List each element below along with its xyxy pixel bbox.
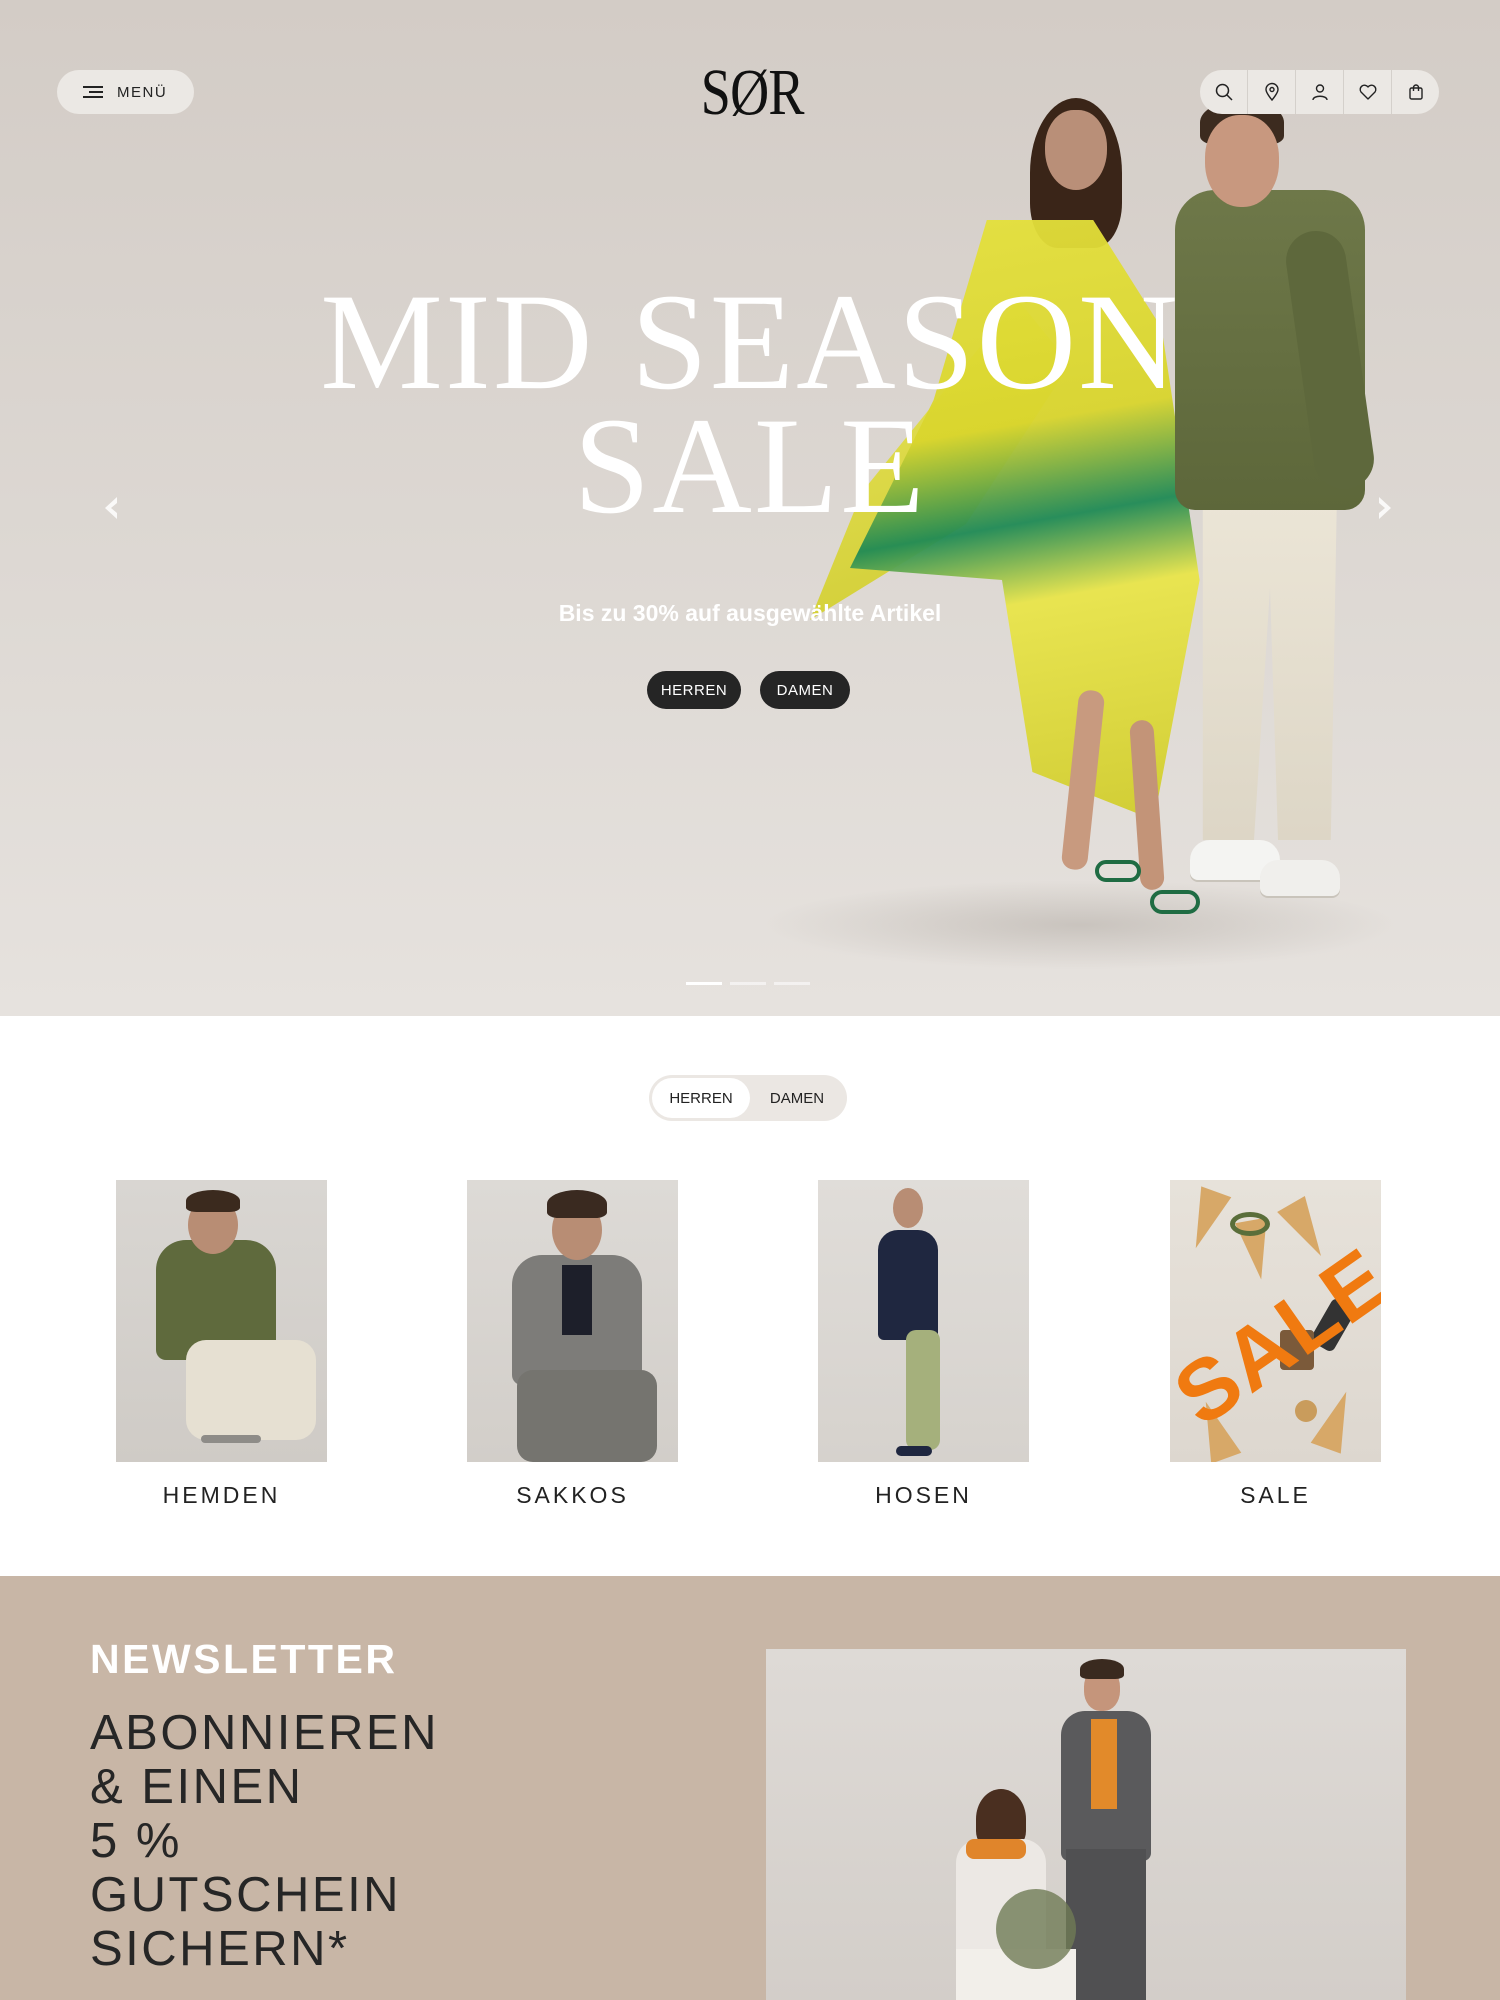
brand-logo[interactable]: SØR xyxy=(701,58,805,128)
model-man-sneaker xyxy=(1260,860,1340,896)
chevron-left-icon xyxy=(105,497,117,519)
user-icon xyxy=(1311,84,1328,101)
category-image-hosen[interactable] xyxy=(818,1180,1029,1462)
carousel-dot-3[interactable] xyxy=(774,982,810,985)
newsletter-title: ABONNIEREN & EINEN 5 % GUTSCHEIN SICHERN… xyxy=(90,1706,590,1976)
category-label-sakkos[interactable]: SAKKOS xyxy=(467,1482,678,1509)
model-man-head xyxy=(1205,115,1279,207)
location-pin-icon xyxy=(1264,82,1279,102)
category-card-hosen[interactable]: HOSEN xyxy=(818,1180,1029,1509)
menu-label: MENÜ xyxy=(117,83,168,101)
wishlist-button[interactable] xyxy=(1344,70,1392,114)
gender-toggle: HERREN DAMEN xyxy=(649,1075,847,1121)
model-woman-shoe xyxy=(1095,860,1141,882)
category-image-hemden[interactable] xyxy=(116,1180,327,1462)
category-label-sale[interactable]: SALE xyxy=(1170,1482,1381,1509)
newsletter-image xyxy=(766,1649,1406,2000)
category-label-hosen[interactable]: HOSEN xyxy=(818,1482,1029,1509)
newsletter-title-line: 5 % xyxy=(90,1814,182,1868)
category-card-sale[interactable]: SALE SALE xyxy=(1170,1180,1381,1509)
category-image-sakkos[interactable] xyxy=(467,1180,678,1462)
carousel-dot-2[interactable] xyxy=(730,982,766,985)
menu-button[interactable]: MENÜ xyxy=(57,70,194,114)
hero-damen-button[interactable]: DAMEN xyxy=(760,671,850,709)
hero-headline: MID SEASON SALE xyxy=(250,273,1250,542)
cart-button[interactable] xyxy=(1392,70,1439,114)
toggle-herren[interactable]: HERREN xyxy=(652,1078,750,1118)
account-button[interactable] xyxy=(1296,70,1344,114)
hamburger-icon xyxy=(83,85,103,99)
shopping-bag-icon xyxy=(1408,84,1423,100)
chevron-right-icon xyxy=(1379,497,1391,519)
category-card-sakkos[interactable]: SAKKOS xyxy=(467,1180,678,1509)
model-man-pants xyxy=(1202,480,1338,840)
hero-banner: MID SEASON SALE Bis zu 30% auf ausgewähl… xyxy=(0,0,1500,1016)
header-icon-bar xyxy=(1200,70,1439,114)
newsletter-title-line: GUTSCHEIN xyxy=(90,1868,402,1922)
search-icon xyxy=(1215,83,1233,101)
model-woman-shoe xyxy=(1150,890,1200,914)
category-label-hemden[interactable]: HEMDEN xyxy=(116,1482,327,1509)
hero-headline-line2: SALE xyxy=(573,389,927,542)
store-locator-button[interactable] xyxy=(1248,70,1296,114)
model-woman-head xyxy=(1045,110,1107,190)
newsletter-title-line: ABONNIEREN xyxy=(90,1706,440,1760)
hero-subline: Bis zu 30% auf ausgewählte Artikel xyxy=(558,600,942,626)
newsletter-kicker: NEWSLETTER xyxy=(90,1636,398,1682)
search-button[interactable] xyxy=(1200,70,1248,114)
category-card-hemden[interactable]: HEMDEN xyxy=(116,1180,327,1509)
heart-icon xyxy=(1359,84,1376,100)
newsletter-title-line: & EINEN xyxy=(90,1760,304,1814)
carousel-pagination xyxy=(686,982,810,985)
toggle-damen[interactable]: DAMEN xyxy=(750,1078,844,1118)
hero-herren-button[interactable]: HERREN xyxy=(647,671,741,709)
carousel-prev-button[interactable] xyxy=(92,488,132,528)
carousel-next-button[interactable] xyxy=(1364,488,1404,528)
carousel-dot-1[interactable] xyxy=(686,982,722,985)
category-image-sale[interactable]: SALE xyxy=(1170,1180,1381,1462)
newsletter-title-line: SICHERN* xyxy=(90,1922,350,1976)
